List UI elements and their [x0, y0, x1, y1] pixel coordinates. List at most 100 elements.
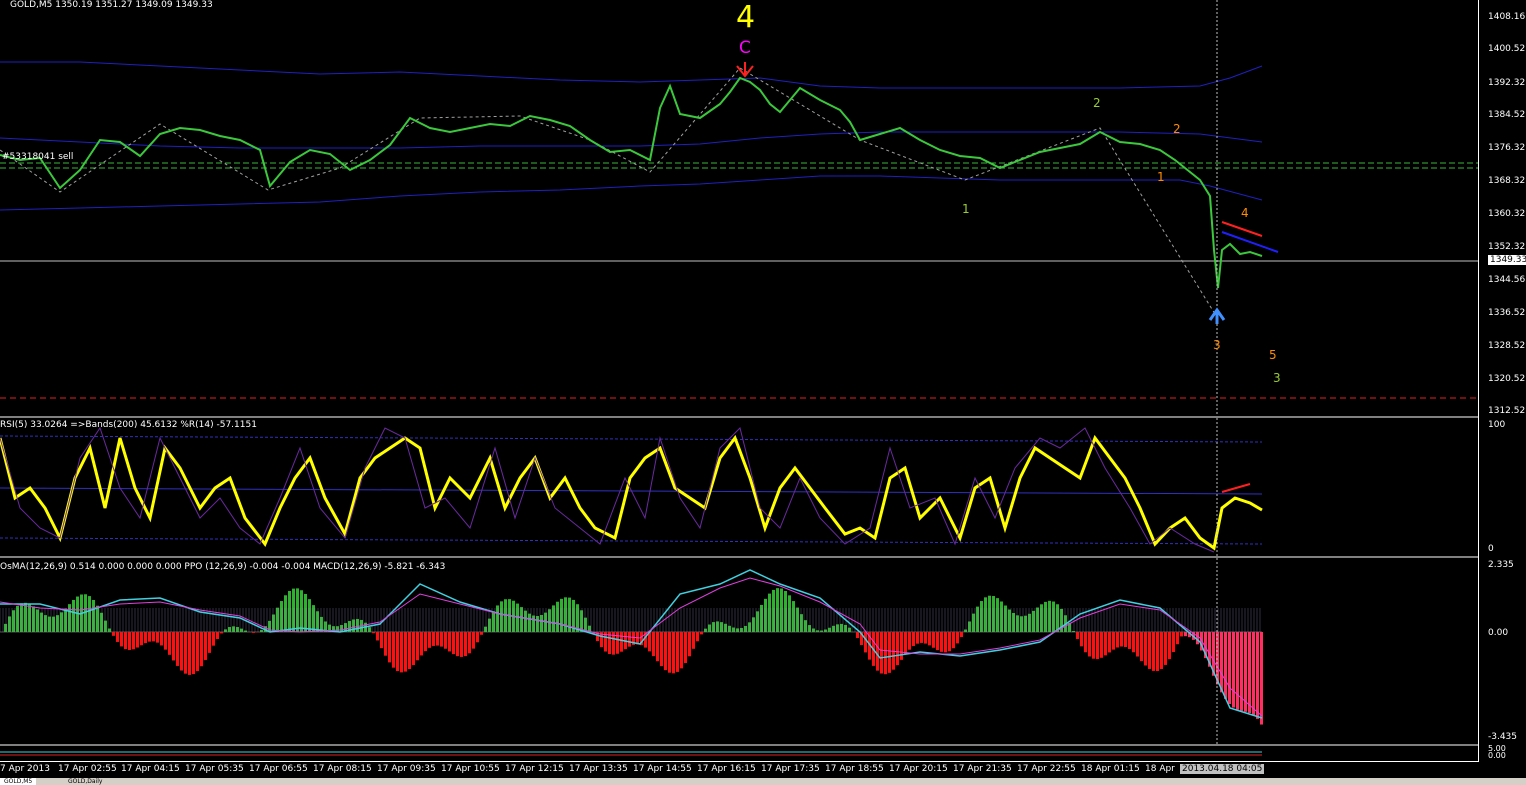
time-tick: 17 Apr 04:15 — [121, 764, 180, 774]
osma-bar — [288, 590, 291, 632]
osma-bar — [1148, 632, 1151, 669]
osma-bar — [432, 632, 435, 646]
osma-bar — [884, 632, 887, 675]
osma-bar — [628, 632, 631, 647]
osma-bar — [1184, 632, 1187, 637]
osma-bar — [796, 607, 799, 632]
rsi-tick: 0 — [1488, 544, 1494, 554]
osma-bar — [204, 632, 207, 660]
mini-indicator-panel[interactable]: 5.00 0.00 — [0, 744, 1506, 760]
time-tick: 17 Apr 08:15 — [313, 764, 372, 774]
price-panel[interactable]: GOLD,M5 1350.19 1351.27 1349.09 1349.33 … — [0, 0, 1526, 416]
osma-tick: 2.335 — [1488, 560, 1514, 570]
osma-bar — [552, 605, 555, 632]
osma-bar — [788, 595, 791, 632]
chart-window[interactable]: GOLD,M5 1350.19 1351.27 1349.09 1349.33 … — [0, 0, 1526, 785]
tab-gold-m5[interactable]: GOLD,M5 — [0, 778, 37, 785]
osma-bar — [556, 601, 559, 632]
osma-bar — [388, 632, 391, 663]
osma-bar — [540, 614, 543, 632]
osma-bar — [72, 599, 75, 632]
rsi-panel[interactable]: RSI(5) 33.0264 =>Bands(200) 45.6132 %R(1… — [0, 418, 1505, 556]
time-tick: 17 Apr 12:15 — [505, 764, 564, 774]
osma-bar — [1220, 632, 1223, 693]
osma-bar — [108, 628, 111, 632]
price-series — [0, 76, 1263, 289]
order-label[interactable]: #53318041 sell — [2, 152, 73, 162]
osma-bar — [716, 621, 719, 632]
osma-bar — [956, 632, 959, 644]
osma-bar — [380, 632, 383, 649]
osma-bar — [1248, 632, 1251, 714]
osma-bar — [1012, 612, 1015, 632]
osma-bar — [1252, 632, 1255, 716]
osma-bar — [12, 610, 15, 632]
osma-header: OsMA(12,26,9) 0.514 0.000 0.000 0.000 PP… — [0, 562, 446, 572]
osma-bar — [684, 632, 687, 664]
osma-bar — [92, 599, 95, 632]
wave-label: 1 — [962, 202, 970, 216]
osma-bar — [532, 615, 535, 632]
osma-bar — [968, 621, 971, 632]
osma-bar — [1024, 615, 1027, 632]
mini-indicator-chart — [0, 751, 1262, 756]
time-tick: 17 Apr 18:55 — [825, 764, 884, 774]
osma-bar — [836, 624, 839, 632]
osma-bar — [820, 630, 823, 632]
osma-bar — [184, 632, 187, 674]
osma-bar — [656, 632, 659, 662]
osma-bar — [172, 632, 175, 661]
osma-bar — [356, 618, 359, 632]
osma-bar — [1180, 632, 1183, 637]
osma-bar — [20, 603, 23, 632]
osma-bar — [284, 595, 287, 632]
osma-bar — [124, 632, 127, 650]
price-tick: 1320.52 — [1488, 374, 1526, 384]
osma-bar — [372, 632, 375, 634]
osma-bar — [176, 632, 179, 666]
osma-bar — [896, 632, 899, 666]
wave-label: 4 — [736, 0, 756, 35]
rsi-tick: 100 — [1488, 420, 1506, 430]
osma-bar — [4, 623, 7, 632]
osma-bar — [1032, 610, 1035, 632]
osma-bar — [728, 625, 731, 632]
osma-bar — [460, 632, 463, 657]
osma-panel[interactable]: OsMA(12,26,9) 0.514 0.000 0.000 0.000 PP… — [0, 558, 1517, 744]
osma-bar — [228, 627, 231, 632]
osma-bar — [160, 632, 163, 646]
osma-bar — [28, 603, 31, 632]
tab-gold-daily[interactable]: GOLD,Daily — [64, 778, 106, 785]
osma-bar — [208, 632, 211, 653]
osma-bar — [776, 588, 779, 632]
osma-bar — [316, 611, 319, 632]
osma-bar — [368, 627, 371, 632]
osma-bar — [252, 632, 255, 633]
osma-bar — [448, 632, 451, 652]
rsi-header: RSI(5) 33.0264 =>Bands(200) 45.6132 %R(1… — [0, 420, 257, 430]
price-tick: 1336.52 — [1488, 308, 1526, 318]
osma-bar — [1000, 601, 1003, 632]
osma-bar — [908, 632, 911, 650]
osma-bar — [1100, 632, 1103, 658]
osma-bar — [764, 598, 767, 632]
osma-bar — [832, 625, 835, 632]
price-chart — [0, 0, 1478, 416]
price-tick: 1376.32 — [1488, 143, 1526, 153]
osma-bar — [928, 632, 931, 646]
cursor-time-label: 2013.04.18 04:05 — [1180, 764, 1265, 774]
osma-bar — [1112, 632, 1115, 650]
osma-bar — [96, 605, 99, 632]
osma-bar — [136, 632, 139, 648]
osma-bar — [676, 632, 679, 672]
osma-bar — [168, 632, 171, 655]
price-tick: 1368.32 — [1488, 176, 1526, 186]
time-tick: 17 Apr 09:35 — [377, 764, 436, 774]
osma-bar — [200, 632, 203, 667]
time-tick: 17 Apr 05:35 — [185, 764, 244, 774]
osma-bar — [296, 588, 299, 632]
osma-bar — [300, 590, 303, 632]
osma-bar — [548, 609, 551, 632]
osma-bar — [1048, 600, 1051, 632]
osma-bar — [936, 632, 939, 651]
